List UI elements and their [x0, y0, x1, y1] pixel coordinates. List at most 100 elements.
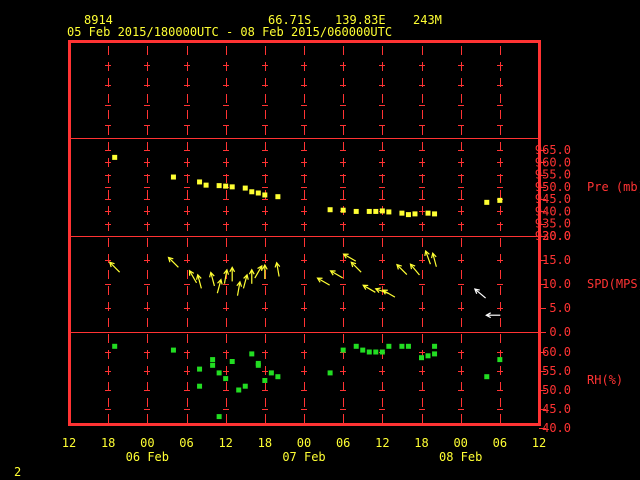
- pressure-point: [386, 209, 392, 215]
- rh-axis-tick-label: 40.0: [542, 421, 571, 435]
- wind-arrow: [350, 261, 362, 273]
- wind-arrow: [381, 289, 396, 298]
- x-date-label: 08 Feb: [439, 450, 482, 464]
- pressure-point: [197, 179, 203, 185]
- pressure-point: [112, 154, 118, 160]
- pressure-point: [255, 190, 261, 196]
- pressure-point: [327, 207, 333, 213]
- pressure-point: [229, 184, 235, 190]
- pressure-point: [275, 194, 281, 200]
- rh-point: [484, 374, 490, 380]
- rh-point: [399, 343, 405, 349]
- rh-axis-tick-label: 45.0: [542, 402, 571, 416]
- wind-axis-tick-label: 15.0: [542, 253, 571, 267]
- wind-axis-tick-label: 0.0: [549, 325, 571, 339]
- pressure-point: [405, 212, 411, 218]
- rh-point: [216, 414, 222, 420]
- pressure-point: [170, 174, 176, 180]
- rh-point: [255, 362, 261, 368]
- wind-arrow: [424, 249, 431, 265]
- rh-point: [210, 357, 216, 363]
- wind-arrow: [209, 271, 216, 287]
- rh-point: [366, 349, 372, 355]
- x-tick-label: 06: [493, 436, 507, 450]
- rh-axis-tick-label: 50.0: [542, 383, 571, 397]
- x-tick-label: 00: [140, 436, 154, 450]
- pressure-point: [373, 208, 379, 214]
- x-tick-label: 06: [179, 436, 193, 450]
- page-number: 2: [14, 465, 21, 479]
- wind-arrow: [261, 263, 268, 279]
- rh-axis-tick-label: 55.0: [542, 364, 571, 378]
- rh-axis-tick-label: 60.0: [542, 345, 571, 359]
- rh-point: [425, 353, 431, 359]
- wind-arrow-shaft: [109, 261, 121, 273]
- x-tick-label: 12: [218, 436, 232, 450]
- rh-point: [223, 376, 229, 382]
- grid-lines: [105, 46, 503, 424]
- wind-arrow: [223, 268, 230, 284]
- x-date-label: 06 Feb: [126, 450, 169, 464]
- pressure-point: [242, 185, 248, 191]
- wind-arrow-shaft: [396, 264, 408, 275]
- x-date-label: 07 Feb: [282, 450, 325, 464]
- wind-arrow: [274, 261, 281, 277]
- rh-point: [432, 351, 438, 357]
- pressure-point: [379, 208, 385, 214]
- rh-point: [197, 366, 203, 372]
- wind-arrow: [167, 256, 179, 268]
- wind-arrow: [229, 266, 236, 282]
- wind-axis-label: SPD(MPS): [587, 277, 640, 291]
- pressure-point: [203, 182, 209, 188]
- x-tick-label: 12: [532, 436, 546, 450]
- rh-point: [275, 374, 281, 380]
- rh-point: [210, 362, 216, 368]
- rh-axis-label: RH(%): [587, 373, 623, 387]
- wind-arrow: [236, 280, 243, 296]
- rh-point: [229, 359, 235, 364]
- pressure-point: [412, 211, 418, 217]
- wind-arrow: [216, 278, 223, 294]
- rh-point: [327, 370, 333, 376]
- wind-axis-tick-label: 5.0: [549, 301, 571, 315]
- x-tick-label: 12: [375, 436, 389, 450]
- wind-arrow: [254, 264, 263, 279]
- pressure-point: [340, 207, 346, 213]
- pressure-point: [484, 199, 490, 205]
- rh-point: [432, 343, 438, 349]
- wind-arrow: [188, 269, 198, 284]
- pressure-point: [262, 192, 268, 198]
- x-tick-label: 18: [101, 436, 115, 450]
- pressure-point: [425, 210, 431, 216]
- wind-arrow-shaft: [350, 261, 362, 273]
- x-tick-label: 12: [62, 436, 76, 450]
- wind-axis-tick-label: 10.0: [542, 277, 571, 291]
- rh-series: [112, 343, 503, 420]
- rh-point: [497, 357, 503, 363]
- wind-arrow: [248, 268, 255, 284]
- pressure-point: [399, 210, 405, 216]
- wind-arrow: [329, 270, 344, 279]
- rh-point: [405, 343, 411, 349]
- rh-point: [236, 387, 242, 393]
- wind-arrow: [409, 263, 420, 276]
- rh-point: [249, 351, 255, 357]
- axis-labels: 965.0960.0955.0950.0945.0940.0935.0930.0…: [62, 143, 640, 464]
- pressure-point: [223, 183, 229, 189]
- wind-arrow: [396, 263, 408, 275]
- rh-point: [419, 355, 424, 361]
- rh-point: [197, 383, 203, 389]
- rh-point: [360, 347, 366, 353]
- wind-axis-tick-label: 20.0: [542, 229, 571, 243]
- pressure-point: [366, 208, 372, 214]
- meteogram-chart: 8914 66.71S 139.83E 243M 05 Feb 2015/180…: [14, 13, 640, 479]
- rh-point: [216, 370, 222, 376]
- wind-arrow: [485, 312, 501, 319]
- wind-arrow: [473, 288, 486, 299]
- wind-arrow: [362, 284, 376, 293]
- x-tick-label: 18: [258, 436, 272, 450]
- x-tick-label: 00: [297, 436, 311, 450]
- x-tick-label: 06: [336, 436, 350, 450]
- rh-point: [242, 383, 248, 389]
- pressure-point: [353, 208, 359, 214]
